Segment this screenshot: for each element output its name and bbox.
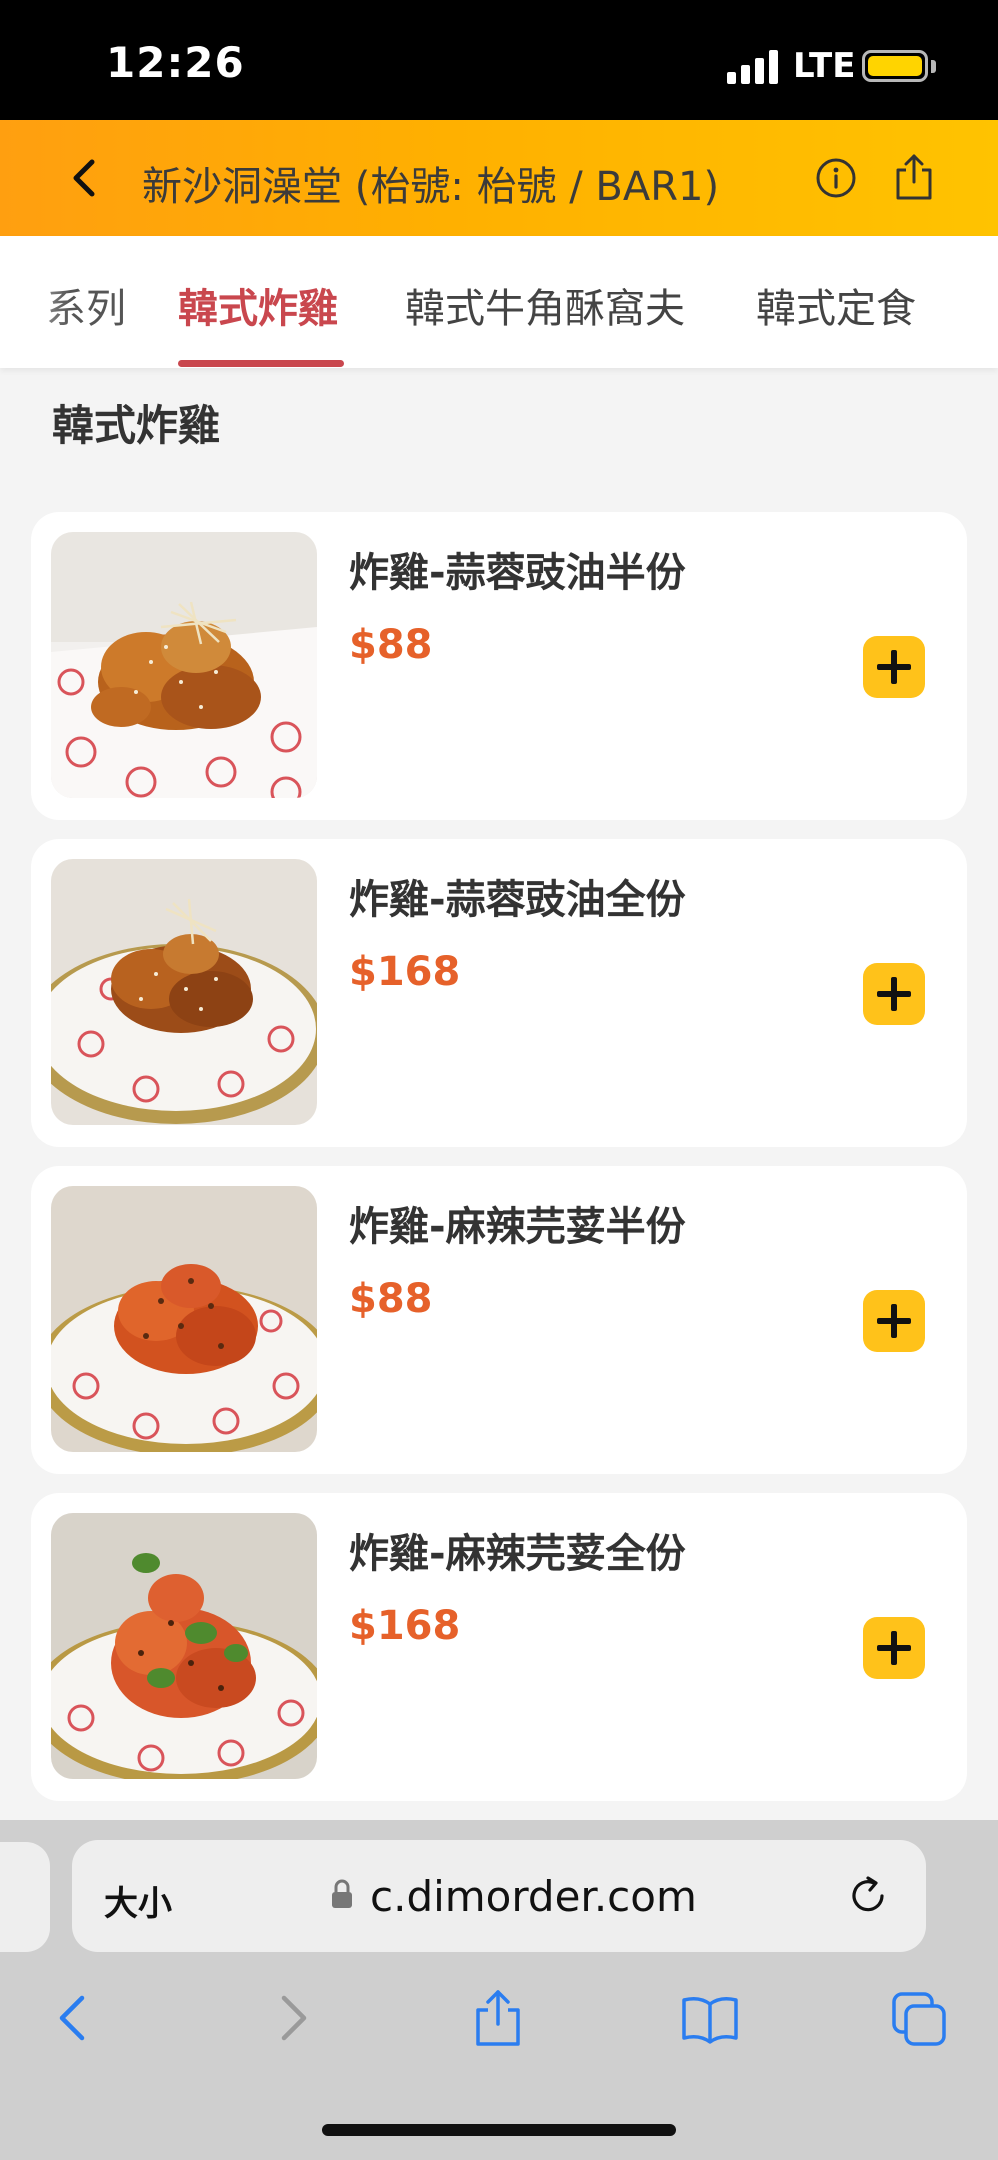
tab-korean-fried-chicken[interactable]: 韓式炸雞 (178, 276, 338, 334)
add-to-cart-button[interactable] (863, 1290, 925, 1352)
share-icon[interactable] (468, 1988, 528, 2048)
reload-icon[interactable] (846, 1874, 892, 1920)
browser-toolbar: 大小 c.dimorder.com (0, 1820, 998, 2160)
menu-item-card[interactable]: 炸雞-蒜蓉豉油半份 $88 (31, 512, 967, 820)
category-tabs: 系列 韓式炸雞 韓式牛角酥窩夫 韓式定食 (0, 236, 998, 368)
app-header: 新沙洞澡堂 (枱號: 枱號 / BAR1) (0, 120, 998, 236)
item-name: 炸雞-蒜蓉豉油全份 (349, 877, 686, 923)
item-price: $88 (349, 622, 433, 668)
address-bar[interactable]: 大小 c.dimorder.com (72, 1840, 926, 1952)
forward-icon[interactable] (262, 1988, 322, 2048)
tabs-icon[interactable] (890, 1988, 950, 2048)
food-image (51, 1513, 317, 1779)
item-name: 炸雞-麻辣芫荽全份 (349, 1531, 686, 1577)
battery-tip (931, 60, 936, 73)
url-text[interactable]: c.dimorder.com (370, 1872, 697, 1921)
add-to-cart-button[interactable] (863, 963, 925, 1025)
item-name: 炸雞-麻辣芫荽半份 (349, 1204, 686, 1250)
back-icon[interactable] (44, 1988, 104, 2048)
food-image (51, 859, 317, 1125)
status-bar: 12:26 LTE (0, 0, 998, 120)
info-button[interactable] (814, 156, 858, 200)
tab-korean-set-meal[interactable]: 韓式定食 (756, 276, 916, 334)
cellular-signal-icon (727, 50, 781, 84)
share-icon (896, 154, 932, 200)
chevron-left-icon (73, 159, 95, 197)
menu-item-card[interactable]: 炸雞-麻辣芫荽半份 $88 (31, 1166, 967, 1474)
page-title: 新沙洞澡堂 (枱號: 枱號 / BAR1) (142, 164, 720, 210)
item-name: 炸雞-蒜蓉豉油半份 (349, 550, 686, 596)
tab-korean-croissant-waffle[interactable]: 韓式牛角酥窩夫 (405, 276, 685, 334)
active-tab-indicator (178, 360, 344, 367)
network-type: LTE (793, 46, 856, 86)
add-to-cart-button[interactable] (863, 636, 925, 698)
add-to-cart-button[interactable] (863, 1617, 925, 1679)
food-image (51, 1186, 317, 1452)
back-button[interactable] (58, 150, 114, 206)
menu-item-card[interactable]: 炸雞-麻辣芫荽全份 $168 (31, 1493, 967, 1801)
info-icon (816, 158, 856, 198)
status-time: 12:26 (106, 38, 245, 87)
battery-icon (862, 50, 928, 82)
food-image (51, 532, 317, 798)
bookmarks-icon[interactable] (680, 1988, 740, 2048)
item-price: $168 (349, 1603, 461, 1649)
share-button[interactable] (892, 152, 936, 202)
section-title: 韓式炸雞 (52, 401, 221, 450)
previous-tab-preview[interactable] (0, 1842, 50, 1952)
home-indicator (322, 2124, 676, 2136)
item-price: $88 (349, 1276, 433, 1322)
menu-item-card[interactable]: 炸雞-蒜蓉豉油全份 $168 (31, 839, 967, 1147)
lock-icon (332, 1879, 352, 1908)
item-price: $168 (349, 949, 461, 995)
tabs-fade (0, 236, 70, 368)
text-size-button[interactable]: 大小 (104, 1876, 172, 1925)
